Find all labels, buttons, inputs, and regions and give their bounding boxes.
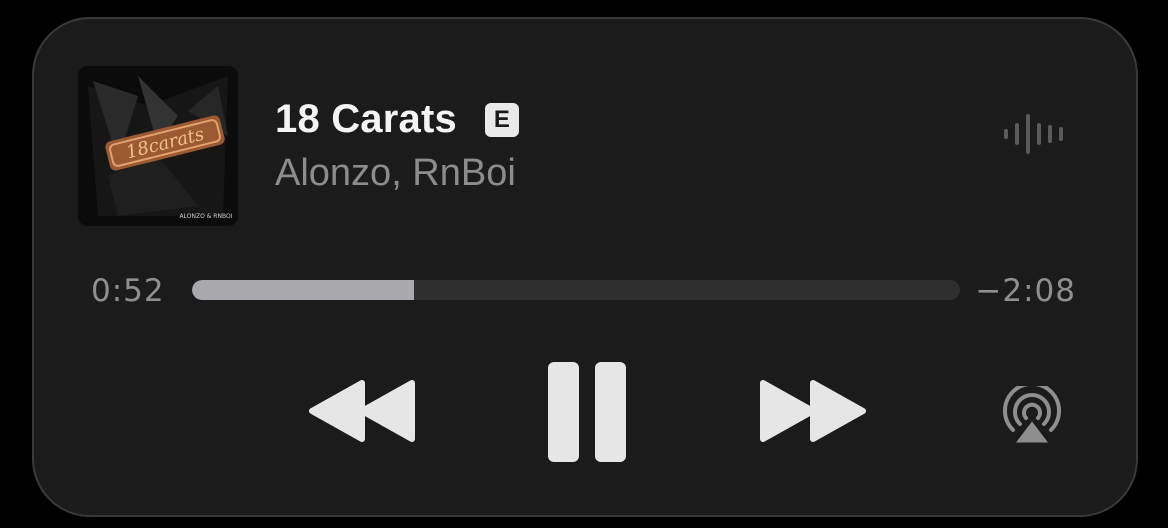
fast-forward-button[interactable] (759, 379, 867, 443)
pause-icon (548, 362, 626, 462)
track-title: 18 Carats (275, 97, 457, 141)
progress-fill (192, 280, 414, 300)
rewind-button[interactable] (308, 379, 416, 443)
album-artwork-image: 18carats ALONZO & RNBOI (78, 66, 238, 226)
album-artwork[interactable]: 18carats ALONZO & RNBOI (78, 66, 238, 226)
airplay-icon (1003, 386, 1061, 446)
airplay-button[interactable] (999, 386, 1065, 446)
track-artist[interactable]: Alonzo, RnBoi (275, 152, 516, 195)
fast-forward-icon (760, 380, 866, 442)
explicit-badge: E (484, 102, 519, 137)
elapsed-time: 0:52 (91, 273, 165, 309)
svg-text:ALONZO & RNBOI: ALONZO & RNBOI (180, 213, 233, 220)
pause-button[interactable] (548, 362, 626, 462)
rewind-icon (309, 380, 415, 442)
remaining-time: −2:08 (975, 273, 1076, 309)
progress-bar[interactable] (192, 280, 960, 300)
waveform-icon (1004, 114, 1063, 154)
title-row: 18 Carats E (275, 97, 519, 142)
now-playing-widget: 18carats ALONZO & RNBOI 18 Carats E Alon… (32, 17, 1138, 517)
